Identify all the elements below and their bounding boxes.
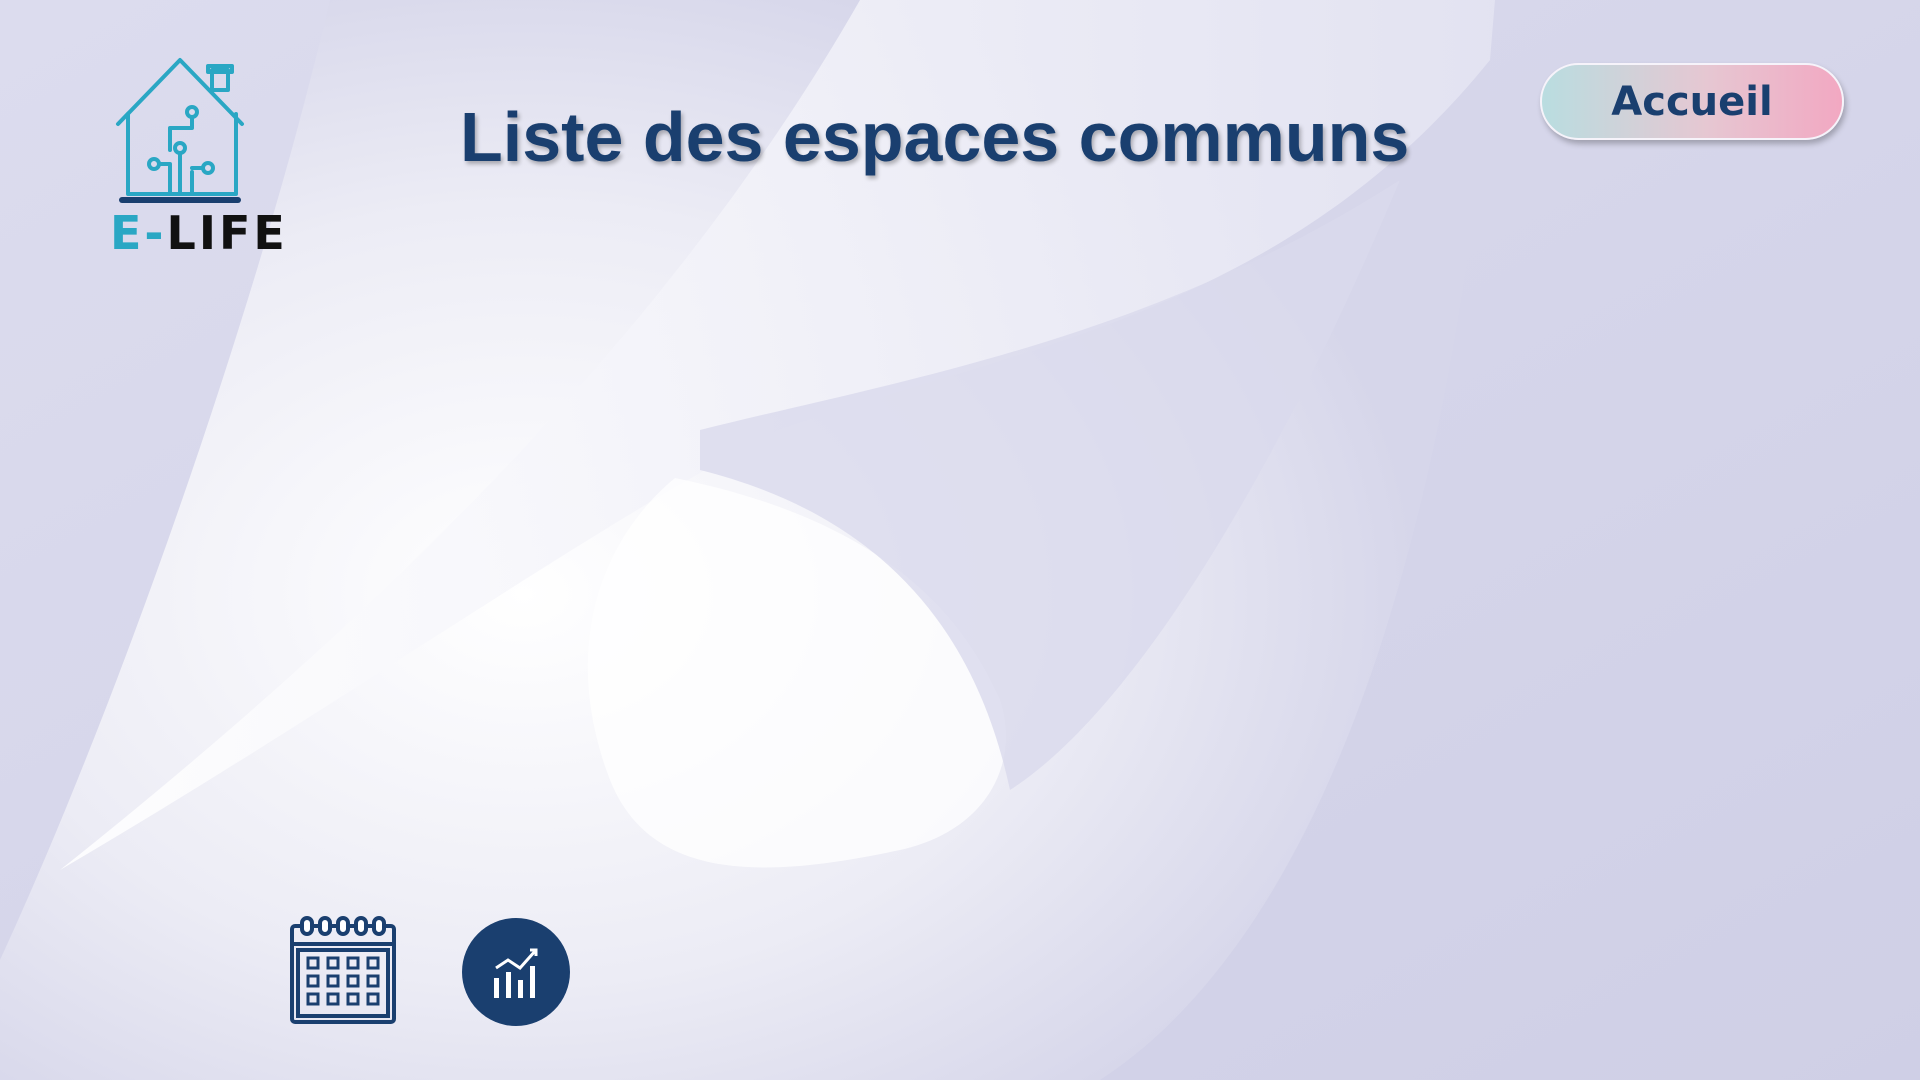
brand-prefix: E- — [110, 206, 167, 260]
brand-logo-text: E-LIFE — [110, 208, 288, 258]
bar-chart-icon — [494, 948, 538, 998]
home-button[interactable]: Accueil — [1540, 63, 1844, 140]
statistics-button[interactable] — [462, 918, 570, 1026]
calendar-button[interactable] — [288, 916, 398, 1026]
calendar-icon — [290, 916, 396, 1024]
page-title: Liste des espaces communs — [460, 98, 1410, 176]
brand-name: LIFE — [166, 206, 288, 260]
